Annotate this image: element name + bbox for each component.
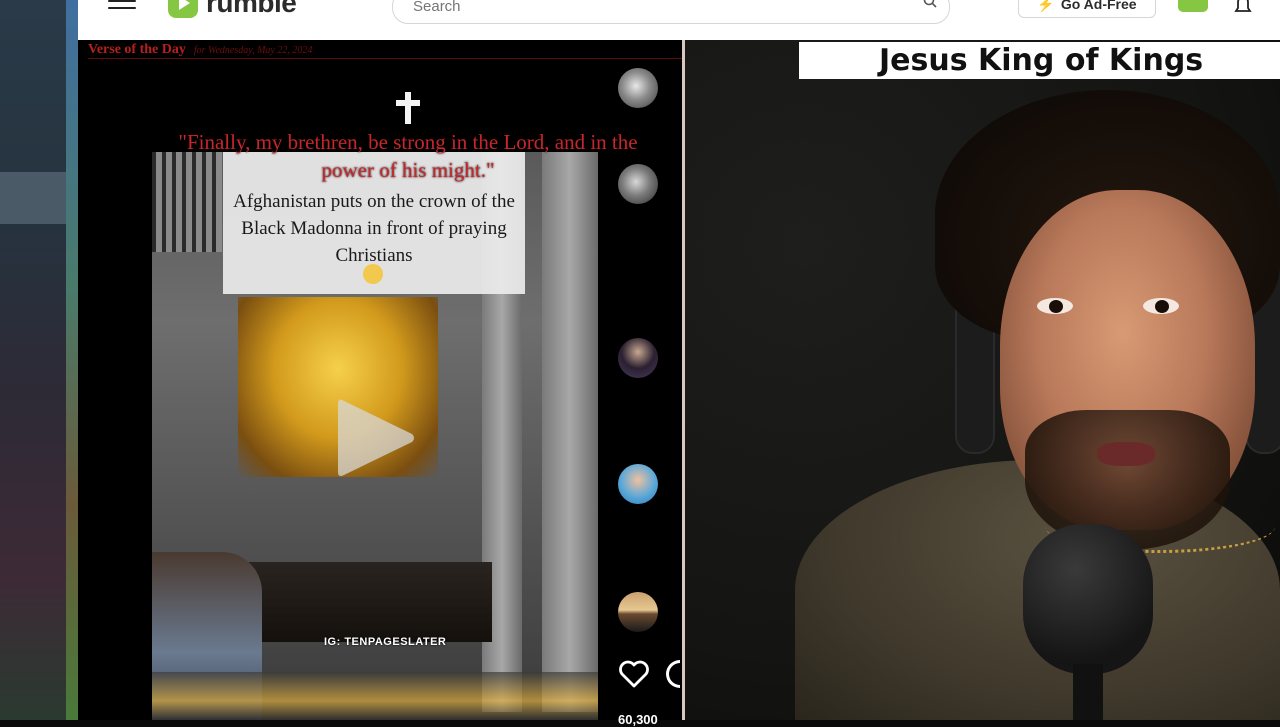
verse-banner-title: Verse of the Day bbox=[88, 42, 186, 57]
desktop-background bbox=[0, 0, 78, 720]
site-logo[interactable]: rumble bbox=[168, 0, 297, 20]
play-logo-icon bbox=[168, 0, 198, 18]
video-caption: Afghanistan puts on the crown of the Bla… bbox=[233, 191, 515, 266]
video-player[interactable]: Verse of the Day for Wednesday, May 22, 2… bbox=[78, 40, 728, 727]
verse-of-the-day-banner: Verse of the Day for Wednesday, May 22, 2… bbox=[88, 42, 312, 58]
video-side-actions bbox=[618, 68, 660, 718]
menu-icon[interactable] bbox=[108, 0, 136, 14]
site-header: rumble ⚡ Go Ad-Free bbox=[78, 0, 1280, 41]
cross-icon bbox=[396, 92, 420, 124]
streamer-eye bbox=[1143, 298, 1179, 314]
video-watermark: IG: TENPAGESLATER bbox=[324, 636, 447, 648]
verse-divider bbox=[88, 58, 728, 59]
user-avatar[interactable] bbox=[618, 338, 658, 378]
microphone-icon bbox=[1023, 524, 1153, 720]
bell-icon[interactable] bbox=[1232, 0, 1254, 14]
stream-title-banner: Jesus King of Kings bbox=[799, 42, 1280, 79]
play-icon[interactable] bbox=[336, 396, 416, 480]
go-ad-free-label: Go Ad-Free bbox=[1060, 0, 1137, 12]
user-avatar[interactable] bbox=[618, 164, 658, 204]
user-avatar[interactable] bbox=[618, 464, 658, 504]
flushed-emoji-icon bbox=[363, 264, 383, 284]
verse-quote: "Finally, my brethren, be strong in the … bbox=[178, 130, 638, 182]
search-icon[interactable] bbox=[923, 0, 937, 8]
search-bar[interactable] bbox=[392, 0, 950, 24]
lightning-icon: ⚡ bbox=[1037, 0, 1055, 12]
comment-icon[interactable] bbox=[666, 660, 680, 688]
upload-icon[interactable] bbox=[1178, 0, 1208, 12]
heart-icon[interactable] bbox=[618, 660, 650, 688]
desktop-wallpaper-edge bbox=[66, 0, 78, 720]
logo-text: rumble bbox=[206, 0, 297, 18]
scene-pillar bbox=[542, 152, 598, 712]
go-ad-free-button[interactable]: ⚡ Go Ad-Free bbox=[1018, 0, 1156, 18]
desktop-selected-item[interactable] bbox=[0, 172, 66, 224]
creator-avatar[interactable] bbox=[618, 68, 658, 108]
sound-avatar[interactable] bbox=[618, 592, 658, 632]
webcam-feed: Jesus King of Kings bbox=[685, 40, 1280, 720]
streamer-eye bbox=[1037, 298, 1073, 314]
search-input[interactable] bbox=[411, 0, 895, 16]
scene-table bbox=[242, 562, 492, 642]
verse-date: for Wednesday, May 22, 2024 bbox=[193, 45, 313, 56]
scene-floor bbox=[152, 672, 598, 720]
streamer-mouth bbox=[1097, 442, 1155, 466]
